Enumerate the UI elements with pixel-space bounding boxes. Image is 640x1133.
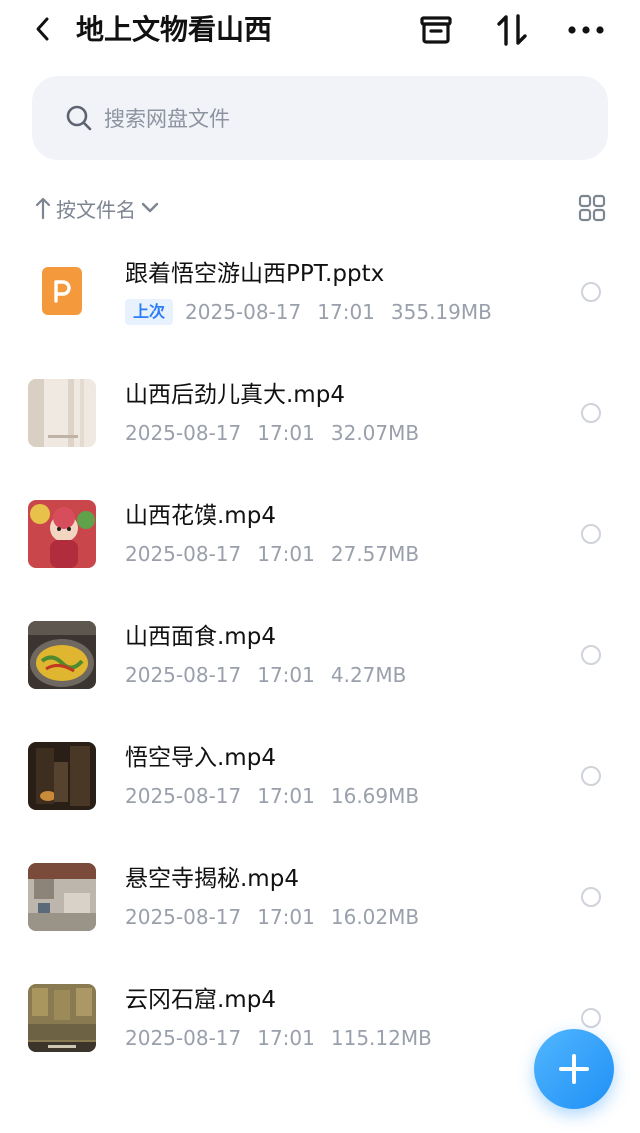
select-checkbox[interactable] — [581, 282, 601, 302]
file-name: 悬空寺揭秘.mp4 — [125, 866, 299, 892]
file-date: 2025-08-17 — [125, 542, 242, 566]
archive-box-icon — [420, 16, 452, 44]
recent-badge: 上次 — [125, 299, 174, 325]
file-time: 17:01 — [257, 905, 315, 929]
video-thumbnail — [28, 742, 96, 810]
arrow-up-icon — [35, 197, 51, 220]
file-meta: 上次 2025-08-17 17:01 355.19MB — [125, 298, 508, 326]
select-checkbox[interactable] — [581, 403, 601, 423]
sort-label: 按文件名 — [56, 197, 136, 222]
file-row[interactable]: 跟着悟空游山西PPT.pptx 上次 2025-08-17 17:01 355.… — [0, 230, 640, 351]
file-row[interactable]: 山西花馍.mp4 2025-08-17 17:01 27.57MB — [0, 472, 640, 593]
chevron-down-icon — [141, 202, 159, 213]
file-name: 悟空导入.mp4 — [125, 745, 276, 771]
select-checkbox[interactable] — [581, 524, 601, 544]
file-size: 16.02MB — [330, 905, 420, 929]
file-row[interactable]: 悟空导入.mp4 2025-08-17 17:01 16.69MB — [0, 714, 640, 835]
grid-view-icon — [578, 194, 606, 222]
search-placeholder: 搜索网盘文件 — [104, 107, 230, 131]
file-time: 17:01 — [257, 663, 315, 687]
file-name: 云冈石窟.mp4 — [125, 987, 276, 1013]
file-size: 115.12MB — [330, 1026, 432, 1050]
more-dots-icon — [568, 26, 604, 34]
file-meta: 2025-08-17 17:01 16.69MB — [125, 782, 435, 810]
file-size: 27.57MB — [330, 542, 420, 566]
file-meta: 2025-08-17 17:01 27.57MB — [125, 540, 435, 568]
video-thumbnail — [28, 379, 96, 447]
file-date: 2025-08-17 — [185, 300, 302, 324]
file-name: 跟着悟空游山西PPT.pptx — [125, 261, 385, 287]
file-meta: 2025-08-17 17:01 115.12MB — [125, 1024, 448, 1052]
archive-button[interactable] — [416, 10, 456, 50]
chevron-left-icon — [36, 17, 49, 41]
select-checkbox[interactable] — [581, 887, 601, 907]
file-date: 2025-08-17 — [125, 663, 242, 687]
file-time: 17:01 — [257, 542, 315, 566]
sort-arrows-icon — [497, 14, 527, 46]
file-row[interactable]: 悬空寺揭秘.mp4 2025-08-17 17:01 16.02MB — [0, 835, 640, 956]
search-icon — [64, 103, 94, 133]
file-date: 2025-08-17 — [125, 421, 242, 445]
file-meta: 2025-08-17 17:01 32.07MB — [125, 419, 435, 447]
file-meta: 2025-08-17 17:01 16.02MB — [125, 903, 435, 931]
file-date: 2025-08-17 — [125, 784, 242, 808]
file-date: 2025-08-17 — [125, 1026, 242, 1050]
add-button[interactable] — [534, 1029, 614, 1109]
video-thumbnail — [28, 984, 96, 1052]
file-date: 2025-08-17 — [125, 905, 242, 929]
back-button[interactable] — [26, 12, 60, 46]
file-row[interactable]: 山西后劲儿真大.mp4 2025-08-17 17:01 32.07MB — [0, 351, 640, 472]
file-size: 355.19MB — [390, 300, 492, 324]
file-time: 17:01 — [257, 784, 315, 808]
file-row[interactable]: 山西面食.mp4 2025-08-17 17:01 4.27MB — [0, 593, 640, 714]
more-button[interactable] — [566, 10, 606, 50]
select-checkbox[interactable] — [581, 766, 601, 786]
file-name: 山西后劲儿真大.mp4 — [125, 382, 345, 408]
file-size: 4.27MB — [330, 663, 407, 687]
file-name: 山西面食.mp4 — [125, 624, 276, 650]
select-checkbox[interactable] — [581, 645, 601, 665]
plus-icon — [559, 1054, 589, 1084]
ppt-file-icon — [28, 257, 96, 325]
file-time: 17:01 — [317, 300, 375, 324]
video-thumbnail — [28, 500, 96, 568]
grid-view-button[interactable] — [574, 190, 610, 226]
top-bar: 地上文物看山西 — [0, 0, 640, 60]
video-thumbnail — [28, 863, 96, 931]
file-meta: 2025-08-17 17:01 4.27MB — [125, 661, 422, 689]
file-time: 17:01 — [257, 1026, 315, 1050]
file-size: 16.69MB — [330, 784, 420, 808]
file-time: 17:01 — [257, 421, 315, 445]
page-title: 地上文物看山西 — [76, 13, 273, 46]
sort-selector[interactable]: 按文件名 — [34, 190, 160, 226]
file-name: 山西花馍.mp4 — [125, 503, 276, 529]
select-checkbox[interactable] — [581, 1008, 601, 1028]
file-size: 32.07MB — [330, 421, 420, 445]
sort-button[interactable] — [492, 10, 532, 50]
video-thumbnail — [28, 621, 96, 689]
search-bar[interactable]: 搜索网盘文件 — [32, 76, 608, 160]
